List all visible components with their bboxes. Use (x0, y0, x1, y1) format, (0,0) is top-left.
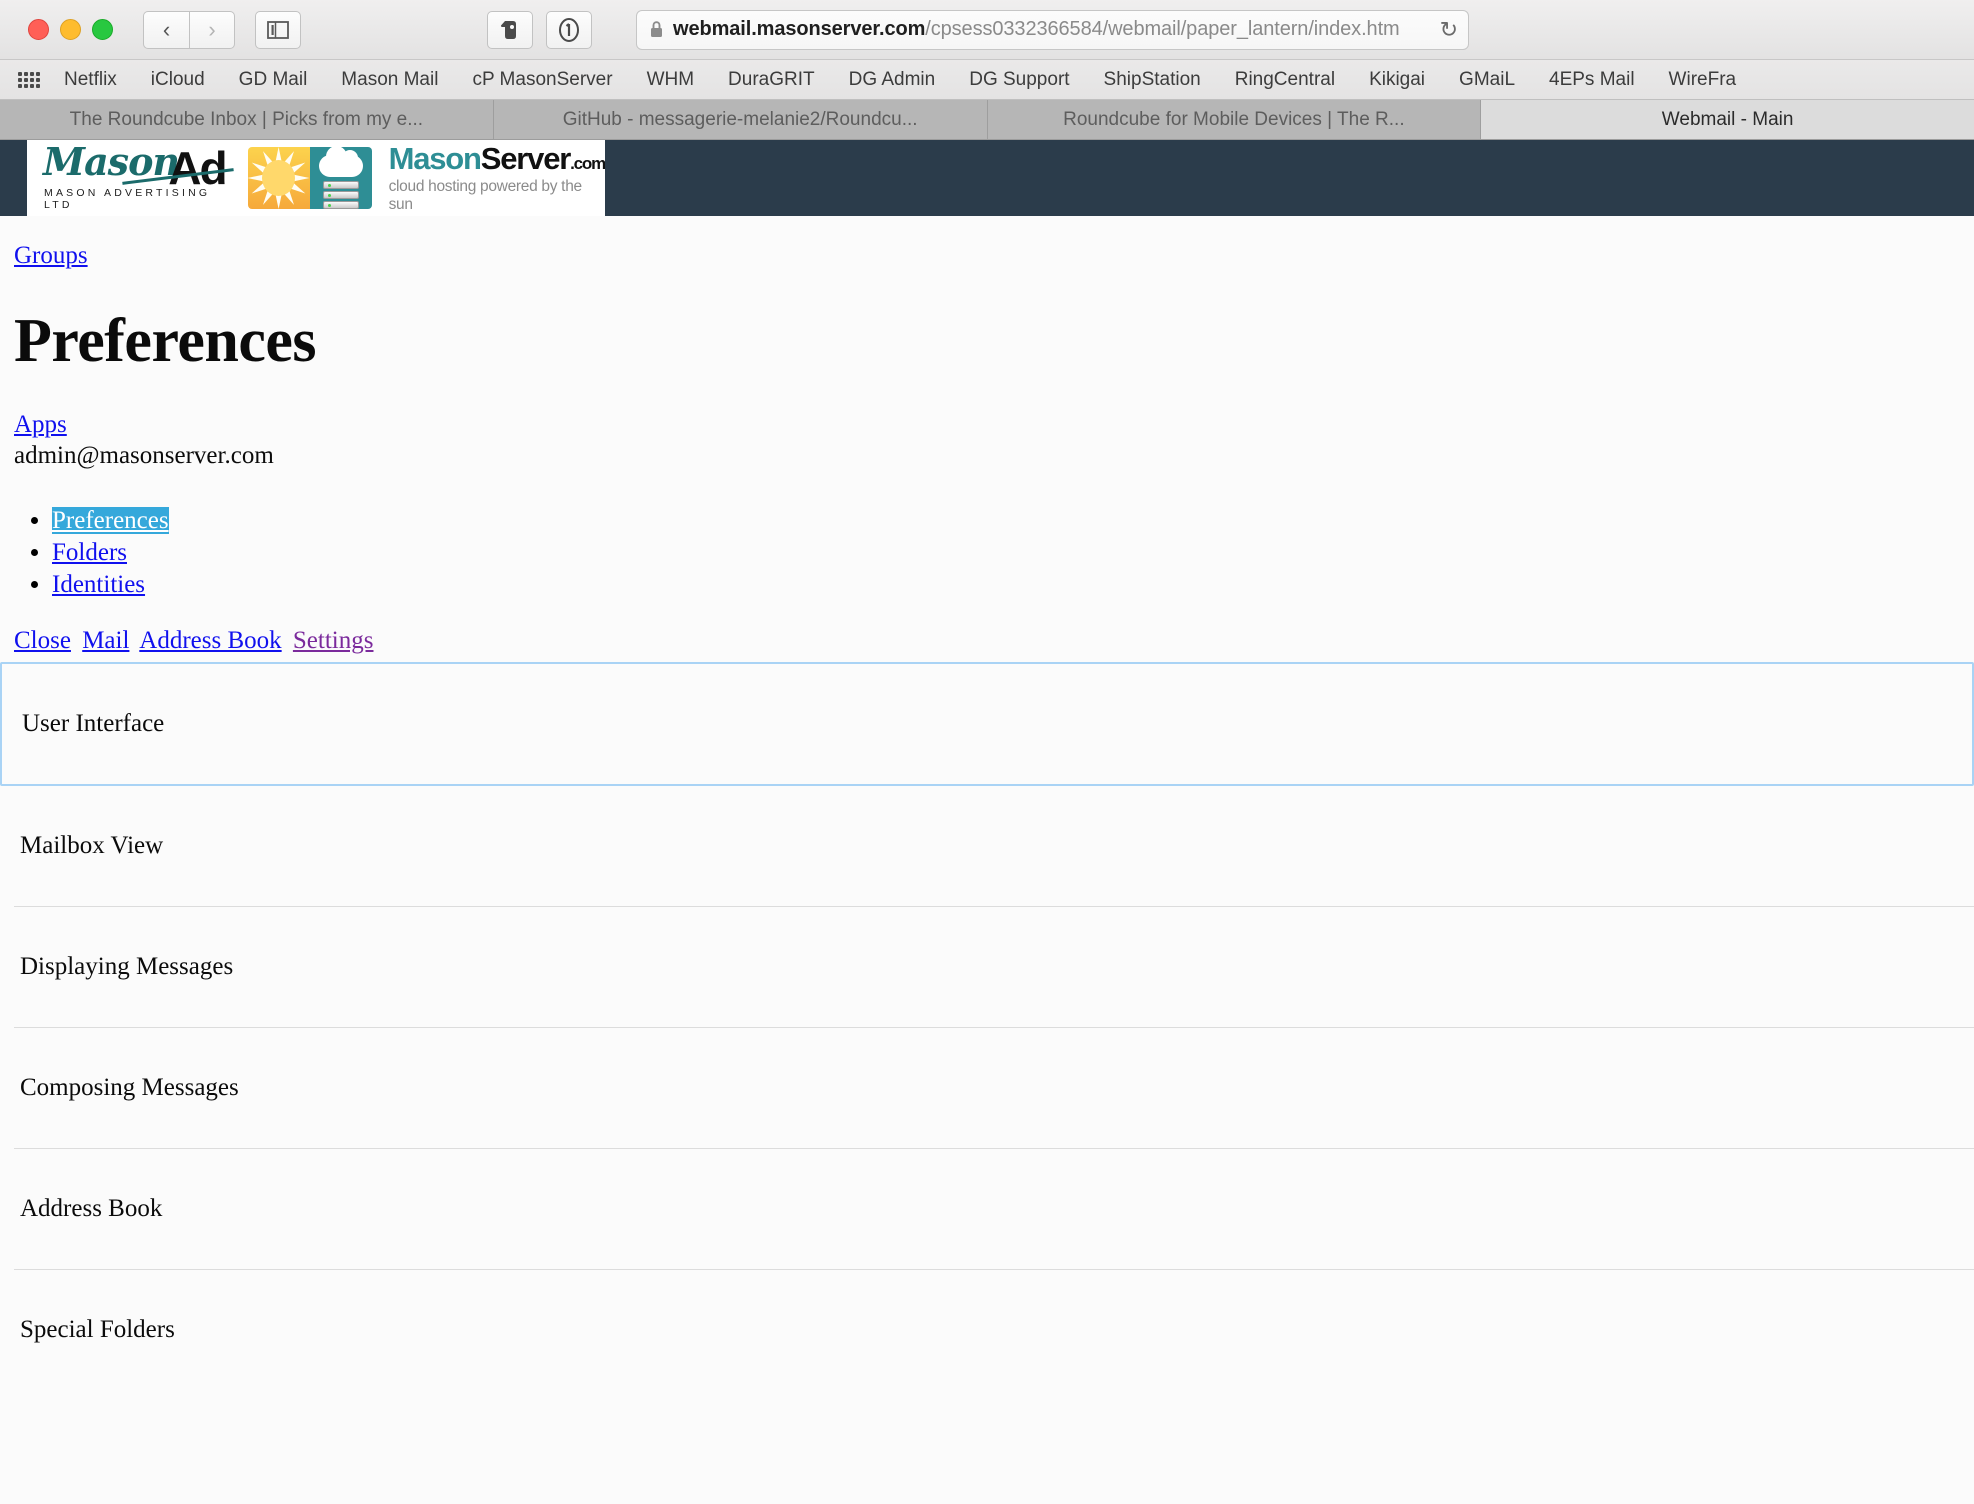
close-link[interactable]: Close (14, 627, 71, 654)
bookmark-dg-support[interactable]: DG Support (969, 69, 1069, 91)
extension-buttons (487, 10, 592, 49)
1password-icon (559, 17, 579, 42)
bookmark-shipstation[interactable]: ShipStation (1104, 69, 1201, 91)
minimize-window-button[interactable] (60, 19, 81, 40)
settings-tab-folders[interactable]: Folders (52, 539, 127, 566)
bookmark-dg-admin[interactable]: DG Admin (849, 69, 936, 91)
tab-strip: The Roundcube Inbox | Picks from my e...… (0, 100, 1974, 140)
close-window-button[interactable] (28, 19, 49, 40)
bookmark-wireframe[interactable]: WireFra (1669, 69, 1737, 91)
settings-tab-preferences[interactable]: Preferences (52, 507, 169, 534)
bookmark-kikigai[interactable]: Kikigai (1369, 69, 1425, 91)
masonad-ad-text: Ad (168, 142, 227, 194)
section-displaying-messages[interactable]: Displaying Messages (14, 907, 1974, 1028)
masonserver-tagline: cloud hosting powered by the sun (388, 177, 583, 213)
list-item: Identities (52, 571, 1960, 599)
bookmark-duragrit[interactable]: DuraGRIT (728, 69, 815, 91)
sun-icon (247, 147, 310, 209)
evernote-extension-button[interactable] (487, 10, 533, 49)
bookmark-cp-masonserver[interactable]: cP MasonServer (472, 69, 612, 91)
mail-link[interactable]: Mail (82, 627, 129, 654)
list-item: Folders (52, 539, 1960, 567)
page-title: Preferences (14, 307, 317, 375)
address-bar[interactable]: webmail.masonserver.com/cpsess0332366584… (636, 9, 1469, 50)
page-viewport: Mason Ad MASON ADVERTISING LTD MasonServ… (0, 140, 1974, 1504)
groups-link[interactable]: Groups (14, 242, 88, 270)
masonserver-ad-banner[interactable]: Mason Ad MASON ADVERTISING LTD MasonServ… (27, 140, 605, 216)
section-mailbox-view[interactable]: Mailbox View (14, 786, 1974, 907)
chevron-right-icon: › (208, 16, 216, 42)
advertisement-bar: Mason Ad MASON ADVERTISING LTD MasonServ… (0, 140, 1974, 216)
evernote-icon (501, 20, 516, 39)
tab-roundcube-inbox[interactable]: The Roundcube Inbox | Picks from my e... (0, 100, 494, 139)
url-host: webmail.masonserver.com (673, 18, 926, 40)
brand-tld: .com (570, 153, 605, 173)
webmail-document: Groups Preferences Apps admin@masonserve… (0, 216, 1974, 1390)
masonserver-icons (247, 147, 372, 209)
tab-github-roundcube[interactable]: GitHub - messagerie-melanie2/Roundcu... (493, 100, 988, 139)
sidebar-toggle-button[interactable] (255, 10, 301, 49)
section-address-book[interactable]: Address Book (14, 1149, 1974, 1270)
navigation-buttons: ‹ › (143, 10, 301, 49)
back-button[interactable]: ‹ (143, 10, 189, 49)
bookmarks-bar: Netflix iCloud GD Mail Mason Mail cP Mas… (0, 60, 1974, 100)
list-item: Preferences (52, 507, 1960, 535)
webmail-toolbar-links: Close Mail Address Book Settings (14, 627, 1960, 655)
tab-roundcube-mobile[interactable]: Roundcube for Mobile Devices | The R... (987, 100, 1482, 139)
settings-tabs-list: Preferences Folders Identities (52, 507, 1960, 599)
url-text: webmail.masonserver.com/cpsess0332366584… (673, 18, 1400, 41)
bookmark-whm[interactable]: WHM (647, 69, 694, 91)
bookmark-gmail[interactable]: GMaiL (1459, 69, 1515, 91)
reload-button[interactable]: ↻ (1440, 17, 1458, 43)
brand-server: Server (480, 140, 572, 176)
chevron-left-icon: ‹ (162, 16, 171, 42)
bookmark-ringcentral[interactable]: RingCentral (1235, 69, 1335, 91)
browser-toolbar: ‹ › webmail.masonserver.com/cpsess033236… (0, 0, 1974, 60)
section-composing-messages[interactable]: Composing Messages (14, 1028, 1974, 1149)
brand-mason: Mason (388, 140, 482, 176)
forward-button[interactable]: › (189, 10, 235, 49)
browser-window: ‹ › webmail.masonserver.com/cpsess033236… (0, 0, 1974, 1504)
lock-icon (651, 21, 662, 37)
masonad-logo: Mason Ad MASON ADVERTISING LTD (27, 140, 244, 216)
url-path: /cpsess0332366584/webmail/paper_lantern/… (925, 18, 1400, 40)
settings-link[interactable]: Settings (293, 627, 374, 654)
section-user-interface[interactable]: User Interface (0, 662, 1974, 786)
sidebar-icon (267, 20, 289, 39)
masonserver-brand: MasonServer.com (389, 143, 605, 174)
bookmark-netflix[interactable]: Netflix (64, 69, 117, 91)
bookmark-gd-mail[interactable]: GD Mail (239, 69, 308, 91)
bookmark-icloud[interactable]: iCloud (151, 69, 205, 91)
window-traffic-lights (28, 19, 113, 40)
account-email: admin@masonserver.com (14, 442, 274, 469)
address-book-link[interactable]: Address Book (139, 627, 281, 654)
preferences-section-list: User Interface Mailbox View Displaying M… (0, 662, 1974, 1390)
masonserver-wordmark: MasonServer.com cloud hosting powered by… (389, 143, 605, 214)
apps-grid-icon[interactable] (18, 71, 40, 88)
tab-webmail-main[interactable]: Webmail - Main (1481, 100, 1974, 139)
section-special-folders[interactable]: Special Folders (14, 1270, 1974, 1390)
bookmark-4eps-mail[interactable]: 4EPs Mail (1549, 69, 1635, 91)
apps-link[interactable]: Apps (14, 411, 67, 439)
password-manager-button[interactable] (546, 10, 592, 49)
settings-tab-identities[interactable]: Identities (52, 571, 145, 598)
cloud-server-icon (309, 147, 372, 209)
bookmark-mason-mail[interactable]: Mason Mail (341, 69, 438, 91)
maximize-window-button[interactable] (92, 19, 113, 40)
